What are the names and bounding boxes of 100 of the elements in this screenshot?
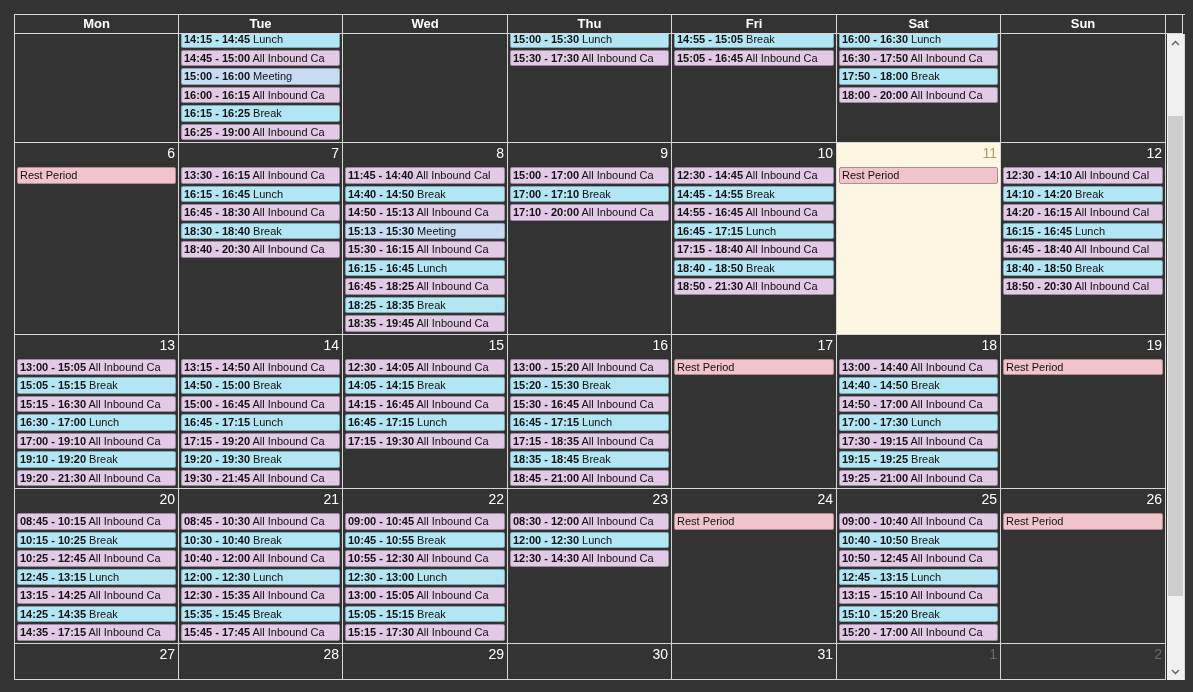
calendar-event[interactable]: 10:40 - 12:00 All Inbound Ca [181, 550, 340, 567]
calendar-event[interactable]: 16:15 - 16:45 Lunch [1003, 222, 1163, 239]
calendar-event[interactable]: 18:35 - 19:45 All Inbound Ca [345, 315, 505, 332]
calendar-event[interactable]: 15:00 - 17:00 All Inbound Ca [510, 167, 669, 184]
calendar-event[interactable]: 13:15 - 14:50 All Inbound Ca [181, 358, 340, 375]
calendar-event[interactable]: 16:45 - 17:15 Lunch [345, 414, 505, 431]
calendar-event[interactable]: Rest Period [674, 513, 834, 530]
day-cell[interactable]: 28 [179, 643, 343, 680]
calendar-event[interactable]: 12:45 - 13:15 Lunch [17, 568, 176, 585]
calendar-event[interactable]: 17:15 - 19:30 All Inbound Ca [345, 432, 505, 449]
calendar-event[interactable]: 08:30 - 12:00 All Inbound Ca [510, 513, 669, 530]
calendar-event[interactable]: 14:50 - 15:13 All Inbound Ca [345, 204, 505, 221]
calendar-event[interactable]: 17:00 - 19:10 All Inbound Ca [17, 432, 176, 449]
calendar-event[interactable]: 18:45 - 21:00 All Inbound Ca [510, 469, 669, 486]
calendar-event[interactable]: 17:30 - 19:15 All Inbound Ca [839, 432, 998, 449]
calendar-event[interactable]: 15:10 - 15:20 Break [839, 605, 998, 622]
calendar-event[interactable]: 15:05 - 16:45 All Inbound Ca [674, 49, 834, 66]
calendar-event[interactable]: 09:00 - 10:45 All Inbound Ca [345, 513, 505, 530]
calendar-event[interactable]: 10:15 - 10:25 Break [17, 531, 176, 548]
calendar-event[interactable]: 18:30 - 18:40 Break [181, 222, 340, 239]
calendar-event[interactable]: 15:30 - 16:45 All Inbound Ca [510, 395, 669, 412]
calendar-event[interactable]: 18:50 - 20:30 All Inbound Cal [1003, 278, 1163, 295]
day-cell[interactable]: 14:15 - 14:45 Lunch 14:45 - 15:00 All Inbound Ca 15:00 - 16:00 Meeting 16:00 - 16:15 All Inbound Ca 16:15 - 16:25 Break 16:25 - 19:00 All Inbound Ca [179, 34, 343, 143]
scrollbar-thumb[interactable] [1168, 116, 1183, 596]
day-cell[interactable]: 7 13:30 - 16:15 All Inbound Ca 16:15 - 16:45 Lunch 16:45 - 18:30 All Inbound Ca 18:30 - 18:40 Break 18:40 - 20:30 All Inbound Ca [179, 143, 343, 335]
day-cell[interactable] [343, 34, 508, 143]
calendar-event[interactable]: 16:25 - 19:00 All Inbound Ca [181, 123, 340, 140]
calendar-event[interactable]: 14:35 - 17:15 All Inbound Ca [17, 624, 176, 641]
calendar-event[interactable]: 15:30 - 16:15 All Inbound Ca [345, 241, 505, 258]
calendar-event[interactable]: 15:00 - 16:45 All Inbound Ca [181, 395, 340, 412]
day-cell[interactable]: 27 [15, 643, 179, 680]
calendar-event[interactable]: 12:30 - 15:35 All Inbound Ca [181, 587, 340, 604]
calendar-event[interactable]: 15:05 - 15:15 Break [345, 605, 505, 622]
calendar-event[interactable]: Rest Period [1003, 358, 1163, 375]
calendar-event[interactable]: 13:00 - 15:05 All Inbound Ca [345, 587, 505, 604]
calendar-event[interactable]: 16:30 - 17:50 All Inbound Ca [839, 49, 998, 66]
calendar-event[interactable]: 15:05 - 15:15 Break [17, 377, 176, 394]
calendar-event[interactable]: 19:15 - 19:25 Break [839, 451, 998, 468]
calendar-event[interactable]: 14:15 - 16:45 All Inbound Ca [345, 395, 505, 412]
day-cell[interactable]: 15 12:30 - 14:05 All Inbound Ca 14:05 - 14:15 Break 14:15 - 16:45 All Inbound Ca 16:45 - 17:15 Lunch 17:15 - 19:30 All Inbound Ca [343, 334, 508, 489]
calendar-event[interactable]: 16:45 - 17:15 Lunch [510, 414, 669, 431]
calendar-event[interactable]: 12:30 - 14:45 All Inbound Ca [674, 167, 834, 184]
day-cell[interactable]: 10 12:30 - 14:45 All Inbound Ca 14:45 - 14:55 Break 14:55 - 16:45 All Inbound Ca 16:45 - 17:15 Lunch 17:15 - 18:40 All Inbound Ca 18:40 - 18:50 Break 18:50 - 21:30 All Inbound Ca [672, 143, 837, 335]
calendar-event[interactable]: 10:30 - 10:40 Break [181, 531, 340, 548]
day-cell[interactable]: 11 Rest Period [837, 143, 1001, 335]
calendar-event[interactable]: 14:40 - 14:50 Break [345, 185, 505, 202]
calendar-event[interactable]: 15:13 - 15:30 Meeting [345, 222, 505, 239]
calendar-event[interactable]: 16:45 - 17:15 Lunch [674, 222, 834, 239]
calendar-event[interactable]: 17:15 - 19:20 All Inbound Ca [181, 432, 340, 449]
calendar-event[interactable]: 18:35 - 18:45 Break [510, 451, 669, 468]
calendar-event[interactable]: 14:40 - 14:50 Break [839, 377, 998, 394]
day-cell[interactable]: 30 [508, 643, 672, 680]
calendar-event[interactable]: 14:25 - 14:35 Break [17, 605, 176, 622]
calendar-event[interactable]: 18:40 - 20:30 All Inbound Ca [181, 241, 340, 258]
day-cell[interactable]: 16:00 - 16:30 Lunch 16:30 - 17:50 All Inbound Ca 17:50 - 18:00 Break 18:00 - 20:00 All Inbound Ca [837, 34, 1001, 143]
calendar-event[interactable]: 14:05 - 14:15 Break [345, 377, 505, 394]
calendar-event[interactable]: 19:30 - 21:45 All Inbound Ca [181, 469, 340, 486]
calendar-event[interactable]: 12:30 - 14:10 All Inbound Cal [1003, 167, 1163, 184]
calendar-event[interactable]: 08:45 - 10:15 All Inbound Ca [17, 513, 176, 530]
calendar-event[interactable]: 17:00 - 17:30 Lunch [839, 414, 998, 431]
calendar-event[interactable]: 16:45 - 18:25 All Inbound Ca [345, 278, 505, 295]
day-cell[interactable]: 18 13:00 - 14:40 All Inbound Ca 14:40 - 14:50 Break 14:50 - 17:00 All Inbound Ca 17:00 - 17:30 Lunch 17:30 - 19:15 All Inbound Ca 19:15 - 19:25 Break 19:25 - 21:00 All Inbound Ca [837, 334, 1001, 489]
calendar-event[interactable]: 10:40 - 10:50 Break [839, 531, 998, 548]
day-cell[interactable]: 15:00 - 15:30 Lunch 15:30 - 17:30 All Inbound Ca [508, 34, 672, 143]
calendar-event[interactable]: 18:40 - 18:50 Break [674, 259, 834, 276]
calendar-event[interactable]: 16:15 - 16:45 Lunch [345, 259, 505, 276]
calendar-event[interactable]: Rest Period [17, 167, 176, 184]
calendar-event[interactable]: 08:45 - 10:30 All Inbound Ca [181, 513, 340, 530]
calendar-event[interactable]: 19:10 - 19:20 Break [17, 451, 176, 468]
calendar-event[interactable]: 10:25 - 12:45 All Inbound Ca [17, 550, 176, 567]
calendar-event[interactable]: 14:55 - 16:45 All Inbound Ca [674, 204, 834, 221]
day-cell[interactable]: 14 13:15 - 14:50 All Inbound Ca 14:50 - 15:00 Break 15:00 - 16:45 All Inbound Ca 16:45 - 17:15 Lunch 17:15 - 19:20 All Inbound Ca 19:20 - 19:30 Break 19:30 - 21:45 All Inbound Ca [179, 334, 343, 489]
calendar-event[interactable]: 16:15 - 16:25 Break [181, 105, 340, 122]
calendar-event[interactable]: Rest Period [839, 167, 998, 184]
calendar-event[interactable]: 16:15 - 16:45 Lunch [181, 185, 340, 202]
day-cell[interactable]: 6 Rest Period [15, 143, 179, 335]
calendar-event[interactable]: 16:45 - 18:40 All Inbound Cal [1003, 241, 1163, 258]
calendar-event[interactable]: 17:15 - 18:35 All Inbound Ca [510, 432, 669, 449]
day-cell[interactable]: 16 13:00 - 15:20 All Inbound Ca 15:20 - 15:30 Break 15:30 - 16:45 All Inbound Ca 16:45 - 17:15 Lunch 17:15 - 18:35 All Inbound Ca 18:35 - 18:45 Break 18:45 - 21:00 All Inbound Ca [508, 334, 672, 489]
calendar-event[interactable]: 15:00 - 16:00 Meeting [181, 68, 340, 85]
calendar-event[interactable]: 19:25 - 21:00 All Inbound Ca [839, 469, 998, 486]
calendar-event[interactable]: 15:15 - 16:30 All Inbound Ca [17, 395, 176, 412]
calendar-event[interactable]: 12:00 - 12:30 Lunch [510, 531, 669, 548]
calendar-event[interactable]: 12:30 - 14:05 All Inbound Ca [345, 358, 505, 375]
day-cell[interactable]: 22 09:00 - 10:45 All Inbound Ca 10:45 - 10:55 Break 10:55 - 12:30 All Inbound Ca 12:30 - 13:00 Lunch 13:00 - 15:05 All Inbound Ca 15:05 - 15:15 Break 15:15 - 17:30 All Inbound Ca [343, 489, 508, 644]
calendar-event[interactable]: 16:00 - 16:30 Lunch [839, 34, 998, 48]
calendar-event[interactable]: 17:00 - 17:10 Break [510, 185, 669, 202]
calendar-event[interactable]: 14:50 - 15:00 Break [181, 377, 340, 394]
day-cell[interactable]: 25 09:00 - 10:40 All Inbound Ca 10:40 - 10:50 Break 10:50 - 12:45 All Inbound Ca 12:45 - 13:15 Lunch 13:15 - 15:10 All Inbound Ca 15:10 - 15:20 Break 15:20 - 17:00 All Inbound Ca [837, 489, 1001, 644]
calendar-event[interactable]: 10:50 - 12:45 All Inbound Ca [839, 550, 998, 567]
day-cell[interactable]: 12 12:30 - 14:10 All Inbound Cal 14:10 - 14:20 Break 14:20 - 16:15 All Inbound Cal 16:15 - 16:45 Lunch 16:45 - 18:40 All Inbound Cal 18:40 - 18:50 Break 18:50 - 20:30 All Inbound Cal [1001, 143, 1166, 335]
calendar-event[interactable]: 10:45 - 10:55 Break [345, 531, 505, 548]
calendar-event[interactable]: 15:15 - 17:30 All Inbound Ca [345, 624, 505, 641]
calendar-event[interactable]: 15:35 - 15:45 Break [181, 605, 340, 622]
day-cell[interactable]: 19 Rest Period [1001, 334, 1166, 489]
calendar-event[interactable]: 14:45 - 15:00 All Inbound Ca [181, 49, 340, 66]
calendar-event[interactable]: 19:20 - 21:30 All Inbound Ca [17, 469, 176, 486]
calendar-event[interactable]: 18:25 - 18:35 Break [345, 296, 505, 313]
calendar-event[interactable]: 14:15 - 14:45 Lunch [181, 34, 340, 48]
day-cell[interactable]: 20 08:45 - 10:15 All Inbound Ca 10:15 - 10:25 Break 10:25 - 12:45 All Inbound Ca 12:45 - 13:15 Lunch 13:15 - 14:25 All Inbound Ca 14:25 - 14:35 Break 14:35 - 17:15 All Inbound Ca [15, 489, 179, 644]
